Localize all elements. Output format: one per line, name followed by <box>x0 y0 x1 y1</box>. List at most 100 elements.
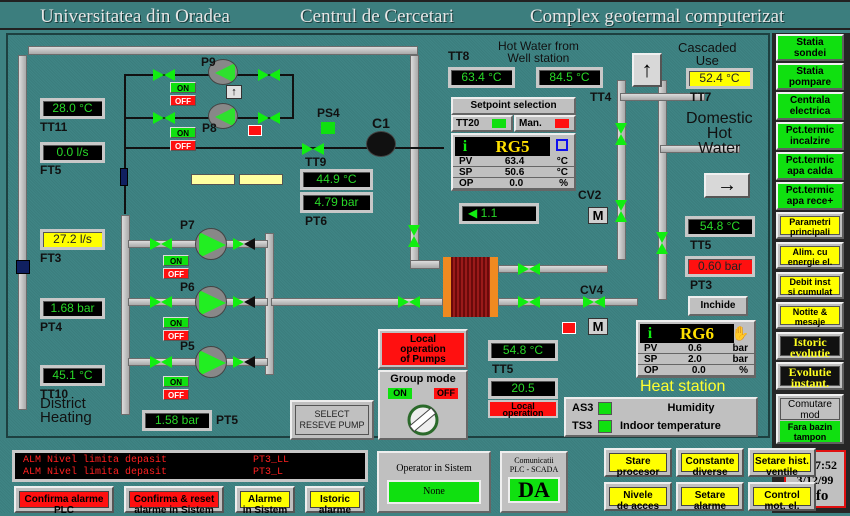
local-value-display: 20.5 <box>488 378 558 399</box>
valve-icon[interactable] <box>518 263 540 275</box>
nav-button-5[interactable]: Pct.termic apa rece+ <box>776 182 844 210</box>
rg5-pv-unit: °C <box>556 156 568 167</box>
group-mode-title: Group mode <box>390 373 456 385</box>
manual-selector[interactable]: Man. <box>514 115 576 132</box>
rg5-sp-unit: °C <box>556 167 568 178</box>
control-valve-cv2[interactable] <box>615 200 627 222</box>
nav-button-0[interactable]: Statia sondei <box>776 34 844 61</box>
rotary-switch-icon[interactable] <box>405 402 441 436</box>
nav-button-2[interactable]: Centrala electrica <box>776 92 844 120</box>
p9-off-button[interactable]: OFF <box>170 95 196 106</box>
valve-icon[interactable] <box>615 123 627 145</box>
nav-button-7[interactable]: Alim. cu energie el. <box>776 242 844 269</box>
compressor-c1[interactable] <box>366 131 396 157</box>
p9-on-button[interactable]: ON <box>170 82 196 93</box>
as3-tag: AS3 <box>572 402 594 414</box>
nav-button-label: Notite & mesaje <box>780 306 840 327</box>
pump-p5[interactable] <box>195 346 227 378</box>
nav-button-6[interactable]: Parametri principali <box>776 212 844 239</box>
p6-on-button[interactable]: ON <box>163 317 189 328</box>
valve-icon[interactable] <box>398 296 420 308</box>
select-reserve-pump-button[interactable]: SELECT RESEVE PUMP <box>290 400 374 440</box>
valve-icon[interactable] <box>150 238 172 250</box>
p7-on-button[interactable]: ON <box>163 255 189 266</box>
nav-button-3[interactable]: Pct.termic incalzire <box>776 122 844 150</box>
comutare-mod-button[interactable]: Comutare mod Fara bazin tampon <box>776 394 844 444</box>
valve-icon[interactable] <box>153 69 175 81</box>
valve-icon[interactable] <box>518 296 540 308</box>
nav-button-10[interactable]: Istoric evolutie <box>776 332 844 360</box>
bottom-button-2[interactable]: Setare hist. ventile <box>748 448 816 478</box>
valve-icon[interactable] <box>258 112 280 124</box>
valve-icon[interactable] <box>408 225 420 247</box>
valve-icon[interactable] <box>150 296 172 308</box>
pt5-left-display: 1.58 bar <box>142 410 212 431</box>
title-complex: Complex geotermal computerizat <box>530 6 785 27</box>
alarm-history-button[interactable]: Istoric alarme <box>305 486 365 516</box>
nav-button-9[interactable]: Notite & mesaje <box>776 302 844 329</box>
bottom-button-5[interactable]: Control mot. el. <box>748 482 816 512</box>
alarm-message: ALM Nivel limita depasit <box>23 467 168 478</box>
alarm-line[interactable]: ALM Nivel limita depasit PT3_L <box>23 467 357 479</box>
comms-panel: Comunicatii PLC - SCADA DA <box>500 451 568 513</box>
rg5-sp-value: 50.6 <box>504 167 525 178</box>
confirm-plc-alarms-button[interactable]: Confirma alarme PLC <box>14 486 114 516</box>
tt9-display: 44.9 °C <box>300 169 373 190</box>
rg5-mode-icon[interactable] <box>556 139 568 151</box>
label-domestic-hot-water: Domestic Hot Water <box>686 110 753 157</box>
motor-cv4[interactable]: M <box>588 318 608 335</box>
bottom-button-4[interactable]: Setare alarme <box>676 482 744 512</box>
group-mode-on[interactable]: ON <box>388 388 412 399</box>
label-p9: P9 <box>201 55 216 69</box>
p8-on-button[interactable]: ON <box>170 127 196 138</box>
tt20-selector[interactable]: TT20 <box>451 115 513 132</box>
comutare-mod-label: Comutare mod <box>780 398 840 421</box>
label-p7: P7 <box>180 218 195 232</box>
nav-button-8[interactable]: Debit inst si cumulat <box>776 272 844 299</box>
operator-panel: Operator in Sistem None <box>377 451 491 513</box>
valve-icon[interactable] <box>258 69 280 81</box>
nav-button-1[interactable]: Statia pompare <box>776 63 844 90</box>
info-icon[interactable]: i <box>640 325 660 343</box>
bottom-button-3[interactable]: Nivele de acces <box>604 482 672 512</box>
nav-button-4[interactable]: Pct.termic apa calda <box>776 152 844 180</box>
rg5-pv-key: PV <box>459 156 473 167</box>
p8-off-button[interactable]: OFF <box>170 140 196 151</box>
nav-button-label: Statia pompare <box>778 65 842 88</box>
valve-icon[interactable] <box>150 356 172 368</box>
valve-icon[interactable] <box>656 232 668 254</box>
motor-cv2[interactable]: M <box>588 207 608 224</box>
system-alarms-button[interactable]: Alarme in Sistem <box>235 486 295 516</box>
alarm-line[interactable]: ALM Nivel limita depasit PT3_LL <box>23 455 357 467</box>
bottom-button-1[interactable]: Constante diverse <box>676 448 744 478</box>
label-pt5-left: PT5 <box>216 413 239 427</box>
ts3-indicator <box>598 419 612 433</box>
confirm-reset-alarms-button[interactable]: Confirma & reset alarme in Sistem <box>124 486 224 516</box>
arrow-up-button[interactable]: ↑ <box>226 85 242 99</box>
nav-button-11[interactable]: Evolutie instant. <box>776 362 844 390</box>
control-valve-cv4[interactable] <box>583 296 605 308</box>
group-mode-off[interactable]: OFF <box>434 388 458 399</box>
inchide-button[interactable]: Inchide <box>688 296 748 316</box>
bottom-button-0[interactable]: Stare procesor <box>604 448 672 478</box>
rg5-controller[interactable]: i RG5 PV 63.4 °C SP 50.6 °C OP 0.0% <box>451 133 576 191</box>
nav-button-label: Centrala electrica <box>778 94 842 118</box>
hand-cursor-icon[interactable]: ✋ <box>732 325 749 342</box>
alarm-message: ALM Nivel limita depasit <box>23 455 168 466</box>
valve-icon[interactable] <box>302 143 324 155</box>
info-icon[interactable]: i <box>455 138 475 156</box>
tt4-display: 84.5 °C <box>536 67 603 88</box>
p5-on-button[interactable]: ON <box>163 376 189 387</box>
valve-icon[interactable] <box>153 112 175 124</box>
rg6-sp-key: SP <box>644 354 658 365</box>
p5-off-button[interactable]: OFF <box>163 389 189 400</box>
operator-value: None <box>387 480 481 504</box>
pump-p7[interactable] <box>195 228 227 260</box>
pump-p6[interactable] <box>195 286 227 318</box>
alarm-tag: PT3_LL <box>253 455 290 466</box>
rg6-controller[interactable]: i RG6 ✋ PV 0.6 bar SP 2.0 bar OP 0.0% <box>636 320 756 378</box>
arrow-right-button[interactable]: → <box>704 173 750 198</box>
arrow-up-button[interactable]: ↑ <box>632 53 662 87</box>
label-tt5-center: TT5 <box>492 362 514 376</box>
p7-off-button[interactable]: OFF <box>163 268 189 279</box>
